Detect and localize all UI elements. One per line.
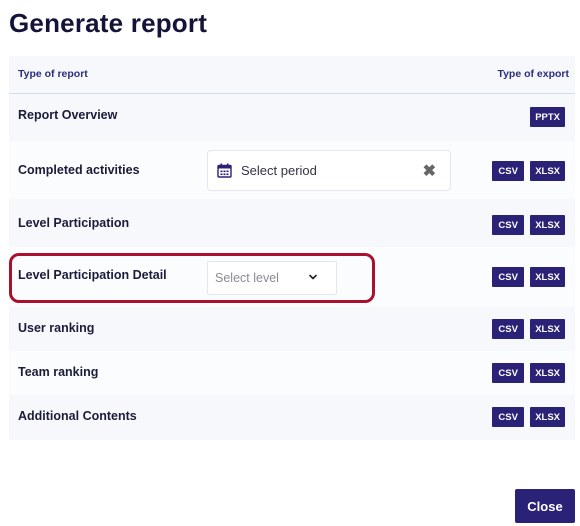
header-type-of-report: Type of report xyxy=(18,68,88,80)
report-label-additional-contents: Additional Contents xyxy=(18,409,137,423)
export-csv-button[interactable]: CSV xyxy=(492,161,525,181)
export-csv-button[interactable]: CSV xyxy=(492,363,525,383)
table-row: Additional Contents CSV XLSX xyxy=(9,395,575,440)
table-row: Team ranking CSV XLSX xyxy=(9,351,575,395)
period-picker[interactable]: Select period ✖ xyxy=(207,150,451,191)
table-row: User ranking CSV XLSX xyxy=(9,307,575,351)
page-title: Generate report xyxy=(9,8,208,38)
report-label-level-participation: Level Participation xyxy=(18,216,130,230)
highlight-outline xyxy=(9,253,375,303)
export-xlsx-button[interactable]: XLSX xyxy=(530,267,565,287)
export-xlsx-button[interactable]: XLSX xyxy=(530,215,565,235)
export-xlsx-button[interactable]: XLSX xyxy=(530,363,565,383)
export-xlsx-button[interactable]: XLSX xyxy=(530,161,565,181)
table-row: Level Participation CSV XLSX xyxy=(9,199,575,247)
export-csv-button[interactable]: CSV xyxy=(492,407,525,427)
report-label-team-ranking: Team ranking xyxy=(18,365,99,379)
export-pptx-button[interactable]: PPTX xyxy=(530,107,565,127)
period-placeholder: Select period xyxy=(241,163,317,178)
close-icon[interactable]: ✖ xyxy=(423,161,436,181)
report-label-overview: Report Overview xyxy=(18,108,118,122)
export-csv-button[interactable]: CSV xyxy=(492,267,525,287)
calendar-icon xyxy=(217,163,232,178)
report-label-user-ranking: User ranking xyxy=(18,321,95,335)
export-xlsx-button[interactable]: XLSX xyxy=(530,319,565,339)
export-xlsx-button[interactable]: XLSX xyxy=(530,407,565,427)
table-header: Type of report Type of export xyxy=(9,56,575,94)
export-csv-button[interactable]: CSV xyxy=(492,215,525,235)
header-type-of-export: Type of export xyxy=(497,68,569,80)
table-row: Report Overview PPTX xyxy=(9,95,575,141)
report-label-completed-activities: Completed activities xyxy=(18,163,140,177)
close-button[interactable]: Close xyxy=(515,489,575,523)
export-csv-button[interactable]: CSV xyxy=(492,319,525,339)
report-table: Type of report Type of export Report Ove… xyxy=(9,56,575,440)
